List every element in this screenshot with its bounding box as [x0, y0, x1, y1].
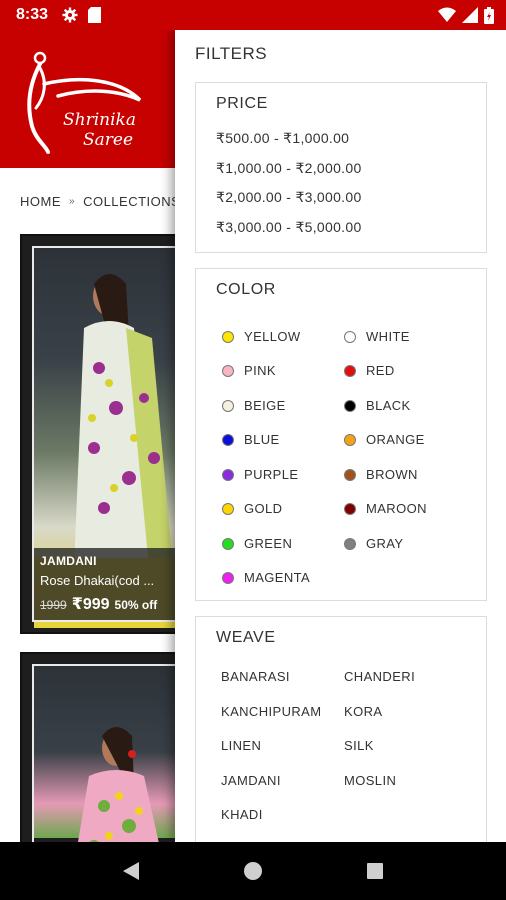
color-swatch [344, 468, 356, 481]
color-swatch [222, 537, 234, 550]
color-swatch [222, 502, 234, 515]
color-swatch [344, 364, 356, 377]
product-card[interactable]: JAMDANI Rose Dhakai(cod ... 1999 ₹999 50… [20, 234, 190, 634]
color-option-magenta[interactable]: MAGENTA [222, 570, 310, 585]
color-option-label: ORANGE [366, 432, 425, 447]
color-option-black[interactable]: BLACK [344, 398, 411, 413]
breadcrumb-collections[interactable]: COLLECTIONS [83, 194, 180, 209]
price-option[interactable]: ₹1,000.00 - ₹2,000.00 [216, 160, 362, 177]
product-frame [32, 664, 188, 850]
color-option-label: PURPLE [244, 467, 299, 482]
price-filter-title: PRICE [216, 95, 268, 112]
color-option-pink[interactable]: PINK [222, 363, 276, 378]
brand-name-line1: Shrinika [63, 110, 136, 130]
weave-option-kanchipuram[interactable]: KANCHIPURAM [221, 704, 321, 719]
status-bar: 8:33 [0, 0, 506, 30]
brand-name: Shrinika Saree [63, 110, 136, 150]
color-swatch [222, 433, 234, 446]
color-option-purple[interactable]: PURPLE [222, 467, 298, 482]
sale-price: ₹999 [71, 596, 110, 613]
discount-badge: 50% off [114, 598, 158, 612]
home-icon [244, 862, 262, 880]
weave-option-silk[interactable]: SILK [344, 738, 374, 753]
home-button[interactable] [233, 851, 273, 891]
color-option-green[interactable]: GREEN [222, 536, 292, 551]
product-name: Rose Dhakai(cod ... [40, 573, 155, 588]
color-option-brown[interactable]: BROWN [344, 467, 418, 482]
color-option-label: BROWN [366, 467, 418, 482]
color-swatch [344, 502, 356, 515]
weave-option-jamdani[interactable]: JAMDANI [221, 773, 281, 788]
color-swatch [222, 399, 234, 412]
chevron-right-icon: » [69, 196, 76, 207]
weave-option-chanderi[interactable]: CHANDERI [344, 669, 415, 684]
color-option-label: BLACK [366, 398, 411, 413]
status-time: 8:33 [16, 6, 49, 23]
brand-logo[interactable]: Shrinika Saree [18, 48, 148, 158]
weave-option-linen[interactable]: LINEN [221, 738, 261, 753]
color-option-label: YELLOW [244, 329, 301, 344]
color-swatch [222, 468, 234, 481]
weave-option-moslin[interactable]: MOSLIN [344, 773, 396, 788]
color-option-label: BEIGE [244, 398, 286, 413]
color-option-yellow[interactable]: YELLOW [222, 329, 301, 344]
recents-button[interactable] [355, 851, 395, 891]
color-option-label: GOLD [244, 501, 283, 516]
color-swatch [344, 330, 356, 343]
color-option-label: MAGENTA [244, 570, 311, 585]
back-button[interactable] [111, 851, 151, 891]
weave-filter: WEAVE BANARASI CHANDERI KANCHIPURAM KORA LIN… [195, 616, 487, 842]
color-option-blue[interactable]: BLUE [222, 432, 280, 447]
product-card[interactable] [20, 652, 190, 852]
sd-card-icon [88, 7, 102, 23]
color-option-beige[interactable]: BEIGE [222, 398, 286, 413]
color-option-label: GRAY [366, 536, 404, 551]
brand-name-line2: Saree [83, 130, 134, 150]
color-option-gray[interactable]: GRAY [344, 536, 403, 551]
signal-icon [462, 7, 478, 23]
product-category: JAMDANI [40, 554, 97, 568]
color-option-label: RED [366, 363, 395, 378]
breadcrumb-home[interactable]: HOME [20, 194, 61, 209]
weave-option-kora[interactable]: KORA [344, 704, 382, 719]
original-price: 1999 [40, 598, 67, 612]
color-option-label: WHITE [366, 329, 410, 344]
color-option-label: PINK [244, 363, 276, 378]
price-option[interactable]: ₹3,000.00 - ₹5,000.00 [216, 219, 362, 236]
system-nav-bar [0, 842, 506, 900]
back-icon [123, 862, 139, 880]
color-option-label: BLUE [244, 432, 280, 447]
recents-icon [367, 863, 383, 879]
color-swatch [344, 433, 356, 446]
weave-filter-title: WEAVE [216, 629, 276, 646]
color-swatch [222, 571, 234, 584]
color-swatch [222, 364, 234, 377]
color-swatch [344, 537, 356, 550]
battery-icon [484, 6, 494, 24]
price-option[interactable]: ₹2,000.00 - ₹3,000.00 [216, 189, 362, 206]
color-swatch [222, 330, 234, 343]
product-price: 1999 ₹999 50% off [40, 594, 182, 614]
color-option-red[interactable]: RED [344, 363, 395, 378]
color-option-label: MAROON [366, 501, 427, 516]
filter-drawer: FILTERS PRICE ₹500.00 - ₹1,000.00 ₹1,000… [175, 30, 506, 842]
product-info: JAMDANI Rose Dhakai(cod ... 1999 ₹999 50… [34, 548, 188, 620]
price-option[interactable]: ₹500.00 - ₹1,000.00 [216, 130, 349, 147]
color-swatch [344, 399, 356, 412]
color-option-orange[interactable]: ORANGE [344, 432, 425, 447]
color-option-maroon[interactable]: MAROON [344, 501, 427, 516]
color-filter-title: COLOR [216, 281, 276, 298]
weave-option-banarasi[interactable]: BANARASI [221, 669, 290, 684]
color-option-label: GREEN [244, 536, 293, 551]
gear-icon [62, 7, 78, 23]
weave-option-khadi[interactable]: KHADI [221, 807, 263, 822]
color-option-white[interactable]: WHITE [344, 329, 410, 344]
breadcrumb: HOME » COLLECTIONS [20, 194, 180, 209]
drawer-title: FILTERS [195, 44, 268, 63]
color-option-gold[interactable]: GOLD [222, 501, 282, 516]
color-filter: COLOR YELLOW WHITE PINK RED BEIGE BLACK BLUE OR… [195, 268, 487, 601]
wifi-icon [438, 7, 456, 22]
price-filter: PRICE ₹500.00 - ₹1,000.00 ₹1,000.00 - ₹2… [195, 82, 487, 253]
